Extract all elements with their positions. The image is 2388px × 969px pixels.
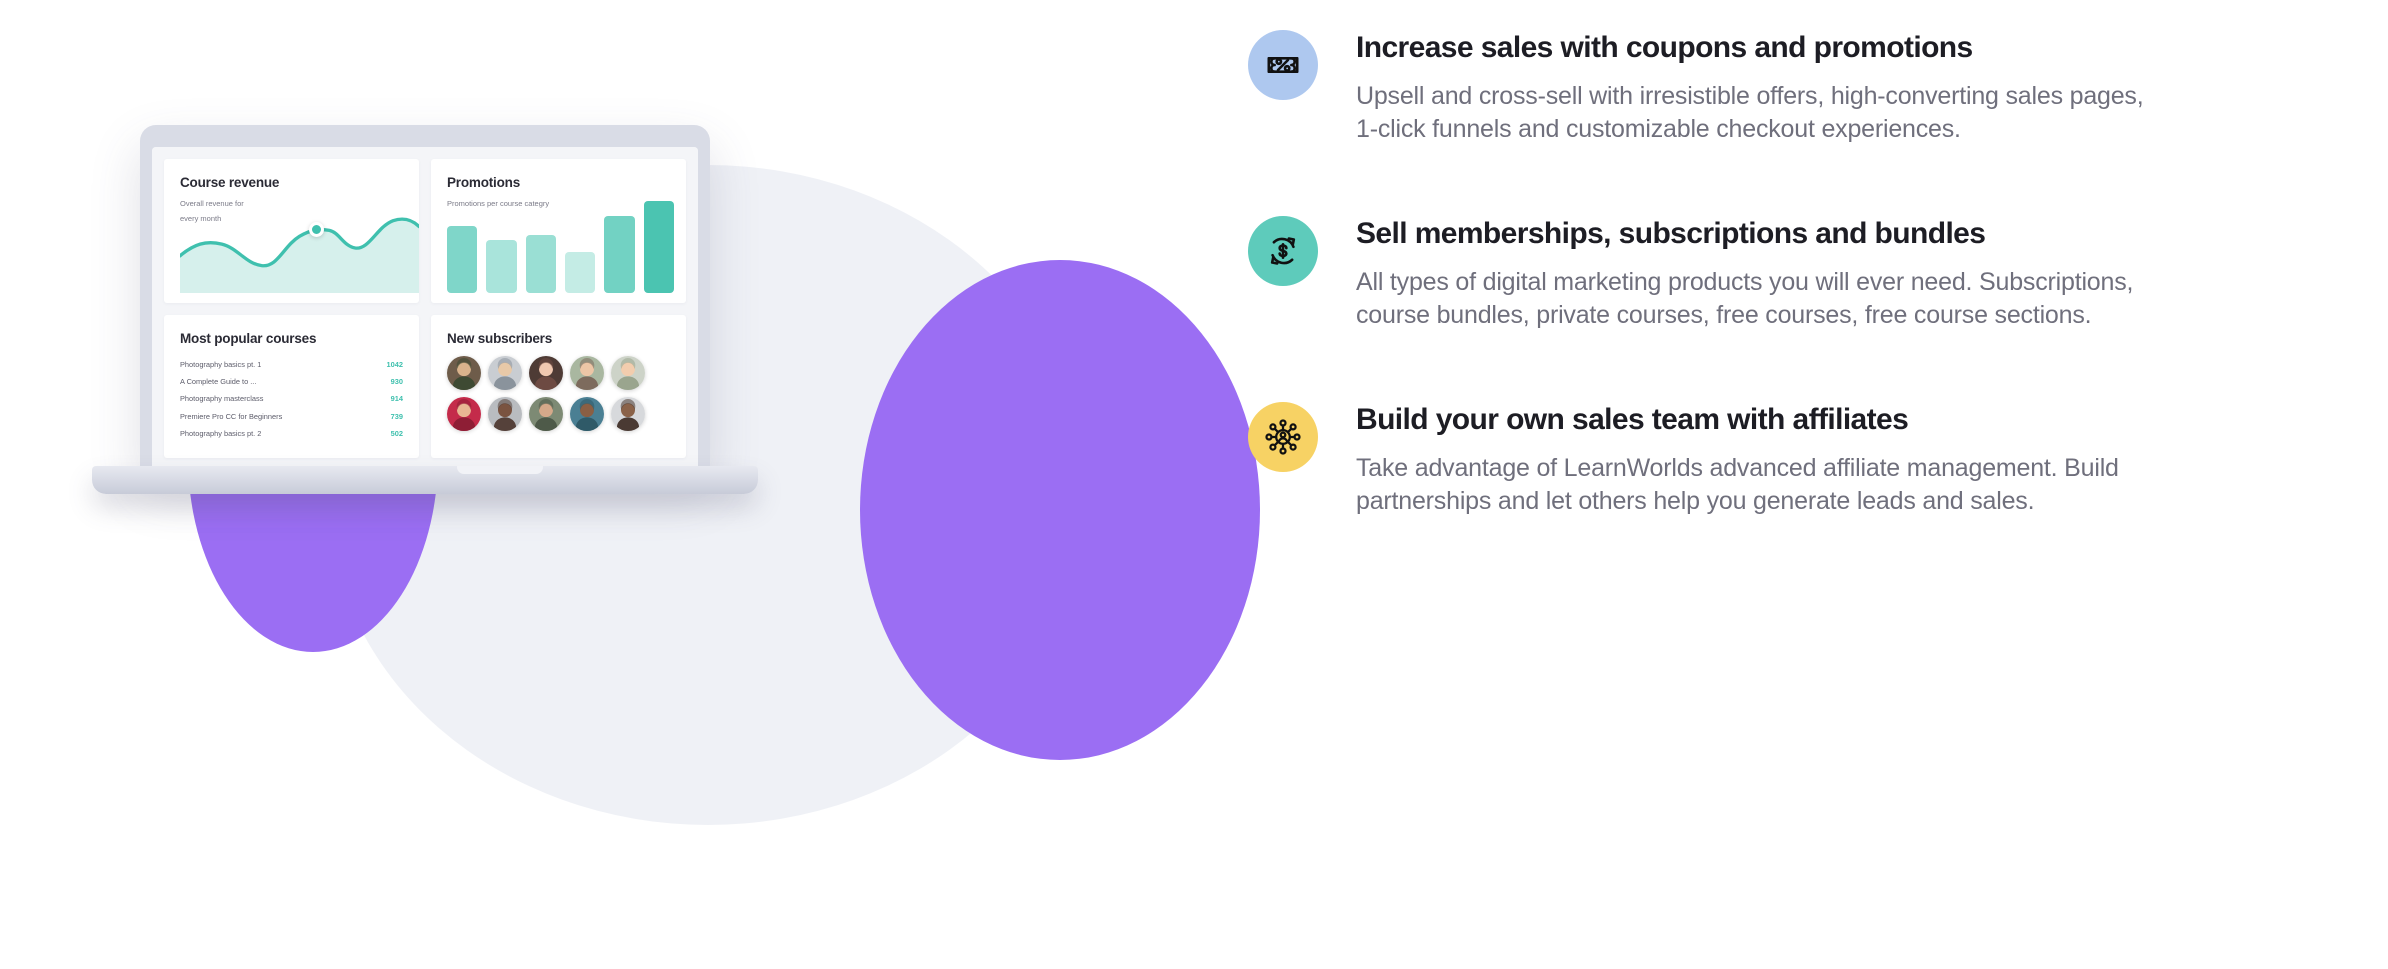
page-root: Course revenue Overall revenue for every… — [0, 0, 2388, 969]
card-title-new-subscribers: New subscribers — [447, 330, 553, 346]
card-title-most-popular-courses: Most popular courses — [180, 330, 317, 346]
avatar-portrait — [611, 355, 645, 390]
feature-description: All types of digital marketing products … — [1356, 268, 2134, 329]
course-row: Photography basics pt. 1 1042 — [180, 356, 403, 373]
avatar-portrait — [611, 396, 645, 431]
course-name: A Complete Guide to ... — [180, 377, 257, 387]
course-value: 914 — [390, 394, 403, 404]
background-purple-blob-right — [860, 260, 1260, 760]
course-value: 1042 — [386, 359, 403, 369]
card-promotions: Promotions Promotions per course categry — [431, 159, 686, 303]
laptop-device: Course revenue Overall revenue for every… — [92, 125, 860, 494]
feature-title: Increase sales with coupons and promotio… — [1356, 31, 1973, 64]
subscriber-avatar-grid — [447, 355, 670, 431]
course-revenue-area-chart — [180, 205, 419, 293]
avatar — [488, 396, 522, 431]
laptop-screen: Course revenue Overall revenue for every… — [152, 147, 698, 470]
avatar — [447, 355, 481, 390]
avatar-portrait — [570, 396, 604, 431]
avatar — [529, 396, 563, 431]
card-title-course-revenue: Course revenue — [180, 175, 280, 190]
bar-4 — [564, 252, 596, 293]
feature-body: Sell memberships, subscriptions and bund… — [1356, 214, 2268, 332]
coupon-percent-icon — [1248, 30, 1318, 100]
bar-1 — [447, 226, 478, 293]
avatar-portrait — [488, 396, 522, 431]
feature-description: Upsell and cross-sell with irresistible … — [1356, 82, 2144, 143]
subscriber-row — [447, 355, 670, 390]
area-chart-svg — [180, 216, 419, 293]
course-name: Photography basics pt. 2 — [180, 429, 262, 439]
avatar-portrait — [529, 396, 563, 431]
bar-6 — [643, 200, 674, 293]
card-new-subscribers: New subscribers — [431, 314, 686, 458]
avatar — [488, 355, 522, 390]
card-title-promotions: Promotions — [447, 175, 521, 190]
bar-2 — [486, 240, 517, 293]
course-row: A Complete Guide to ... 930 — [180, 373, 403, 390]
bar-3 — [525, 235, 556, 293]
area-chart-fill — [180, 218, 419, 293]
course-value: 739 — [390, 411, 403, 421]
feature-title: Sell memberships, subscriptions and bund… — [1356, 217, 1986, 250]
card-most-popular-courses: Most popular courses Photography basics … — [164, 314, 419, 458]
feature-body: Build your own sales team with affiliate… — [1356, 400, 2268, 518]
affiliate-network-icon — [1248, 402, 1318, 472]
feature-item: Build your own sales team with affiliate… — [1248, 400, 2268, 518]
bar-5 — [604, 216, 635, 293]
avatar-portrait — [488, 355, 522, 390]
avatar — [447, 396, 481, 431]
avatar — [611, 396, 645, 431]
avatar-portrait — [447, 355, 481, 390]
laptop-illustration: Course revenue Overall revenue for every… — [0, 0, 1260, 969]
laptop-base-notch — [457, 466, 543, 474]
dashboard: Course revenue Overall revenue for every… — [152, 147, 698, 470]
course-row: Photography basics pt. 2 502 — [180, 425, 403, 442]
feature-title: Build your own sales team with affiliate… — [1356, 403, 1909, 436]
avatar — [611, 355, 645, 390]
feature-list: Increase sales with coupons and promotio… — [1248, 28, 2268, 518]
course-row: Premiere Pro CC for Beginners 739 — [180, 408, 403, 425]
feature-item: Increase sales with coupons and promotio… — [1248, 28, 2268, 146]
course-name: Premiere Pro CC for Beginners — [180, 411, 283, 421]
subscription-recurring-dollar-icon — [1248, 216, 1318, 286]
course-value: 930 — [390, 377, 403, 387]
laptop-lid: Course revenue Overall revenue for every… — [140, 125, 710, 470]
course-list: Photography basics pt. 1 1042 A Complete G… — [180, 356, 403, 443]
feature-body: Increase sales with coupons and promotio… — [1356, 28, 2268, 146]
course-value: 502 — [390, 429, 403, 439]
laptop-base — [92, 466, 758, 494]
avatar — [570, 396, 604, 431]
feature-item: Sell memberships, subscriptions and bund… — [1248, 214, 2268, 332]
subscriber-row — [447, 396, 670, 431]
card-course-revenue: Course revenue Overall revenue for every… — [164, 159, 419, 303]
course-name: Photography masterclass — [180, 394, 264, 404]
course-row: Photography masterclass 914 — [180, 390, 403, 407]
avatar-portrait — [570, 355, 604, 390]
avatar — [570, 355, 604, 390]
promotions-bar-chart — [447, 200, 674, 293]
avatar-portrait — [529, 355, 563, 390]
avatar-portrait — [447, 396, 481, 431]
feature-description: Take advantage of LearnWorlds advanced a… — [1356, 454, 2119, 515]
course-name: Photography basics pt. 1 — [180, 359, 262, 369]
avatar — [529, 355, 563, 390]
